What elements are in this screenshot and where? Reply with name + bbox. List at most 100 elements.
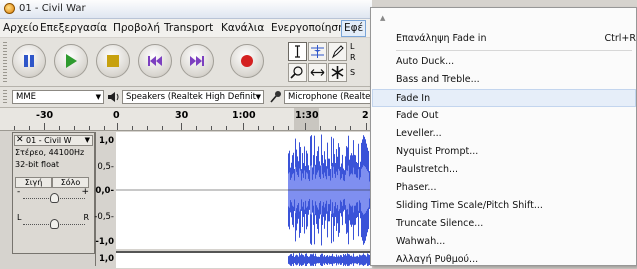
time-shift-tool[interactable] — [308, 63, 327, 82]
ruler-tick — [162, 126, 163, 130]
menu-item-paulstretch[interactable]: Paulstretch... — [372, 161, 636, 179]
ruler-label: 1:30 — [295, 110, 319, 121]
menu-item-fade-out[interactable]: Fade Out — [372, 107, 636, 125]
second-track-waveform[interactable] — [116, 251, 372, 268]
output-device-select[interactable]: Speakers (Realtek High Definit ▼ — [122, 90, 264, 104]
menu-item-phaser[interactable]: Phaser... — [372, 179, 636, 197]
track-format: Στέρεο, 44100Hz — [15, 148, 85, 157]
play-button[interactable] — [54, 44, 88, 78]
waveform-sample — [299, 253, 300, 267]
ruler-tick — [366, 123, 367, 130]
menu-edit[interactable]: Επεξεργασία — [40, 22, 107, 34]
asterisk-icon — [331, 66, 344, 79]
menu-item-bass-treble[interactable]: Bass and Treble... — [372, 71, 636, 89]
menu-item-label: Fade Out — [396, 110, 439, 121]
waveform-sample — [333, 256, 334, 264]
gain-slider-knob[interactable] — [50, 193, 59, 203]
waveform-sample — [307, 255, 308, 265]
waveform-sample — [291, 254, 292, 266]
input-device-select[interactable]: Microphone (Realtek — [284, 90, 374, 104]
track-name: 01 - Civil W — [26, 136, 72, 145]
close-track-icon[interactable]: ✕ — [16, 135, 24, 145]
menu-item-leveller[interactable]: Leveller... — [372, 125, 636, 143]
ruler-tick — [335, 126, 336, 130]
waveform-sample — [305, 253, 306, 267]
selection-tool[interactable] — [288, 42, 307, 61]
waveform-sample — [324, 255, 325, 265]
menu-item-label: Sliding Time Scale/Pitch Shift... — [396, 200, 543, 211]
meter-label-s: S — [350, 68, 356, 77]
pause-button[interactable] — [12, 44, 46, 78]
zoom-tool[interactable] — [288, 63, 307, 82]
waveform-sample — [323, 256, 324, 264]
menu-item-label: Auto Duck... — [396, 56, 455, 67]
scale-label: 0,5- — [97, 162, 114, 172]
waveform-sample — [303, 255, 304, 265]
menu-item-wahwah[interactable]: Wahwah... — [372, 233, 636, 251]
waveform-sample — [365, 255, 366, 265]
waveform-sample — [292, 255, 293, 265]
waveform-sample — [364, 254, 365, 266]
menu-item-fade-in[interactable]: Fade In — [372, 89, 636, 107]
menu-item-change-tempo[interactable]: Αλλαγή Ρυθμού... — [372, 251, 636, 269]
draw-tool[interactable] — [328, 42, 347, 61]
waveform-display[interactable] — [116, 132, 372, 249]
record-icon — [241, 55, 253, 67]
menu-effects[interactable]: Εφέ — [341, 20, 367, 37]
meter-label-r: R — [350, 53, 356, 62]
waveform-sample — [358, 256, 359, 264]
skip-to-end-button[interactable] — [180, 44, 214, 78]
menu-item-auto-duck[interactable]: Auto Duck... — [372, 53, 636, 71]
ruler-tick — [320, 126, 321, 130]
pan-slider-knob[interactable] — [50, 219, 59, 229]
tools-toolbar: L R S — [286, 40, 372, 84]
menu-tracks[interactable]: Κανάλια — [221, 22, 264, 34]
ruler-tick — [350, 126, 351, 130]
track-name-menu[interactable]: ✕ 01 - Civil W ▼ — [14, 135, 93, 146]
skip-to-start-button[interactable] — [138, 44, 172, 78]
scale-label: -1,0 — [95, 237, 114, 247]
ruler-label: 0 — [113, 110, 120, 121]
gain-slider[interactable]: - + — [17, 187, 91, 205]
stop-button[interactable] — [96, 44, 130, 78]
input-device-value: Microphone (Realtek — [288, 92, 374, 102]
waveform-sample — [290, 254, 291, 266]
timeline-ruler[interactable]: -30 0 30 1:00 1:30 2 — [0, 108, 372, 131]
record-button[interactable] — [230, 44, 264, 78]
scale-label: 1,0 — [98, 254, 114, 264]
menu-separator — [396, 50, 632, 51]
mute-button[interactable]: Σιγή — [15, 177, 52, 188]
ruler-label: 30 — [175, 110, 189, 121]
waveform-sample — [304, 256, 305, 264]
menu-item-sliding-time-scale[interactable]: Sliding Time Scale/Pitch Shift... — [372, 197, 636, 215]
waveform-sample — [354, 256, 355, 264]
pan-slider[interactable]: L R — [17, 213, 91, 231]
multi-tool[interactable] — [328, 63, 347, 82]
waveform-sample — [335, 256, 336, 264]
waveform-sample — [313, 253, 314, 267]
menu-item-nyquist-prompt[interactable]: Nyquist Prompt... — [372, 143, 636, 161]
menu-item-label: Wahwah... — [396, 236, 446, 247]
waveform-sample — [338, 255, 339, 265]
audio-host-select[interactable]: MME ▼ — [12, 90, 104, 104]
menu-item-shortcut: Ctrl+R — [604, 33, 636, 44]
menu-file[interactable]: Αρχείο — [3, 22, 39, 34]
menu-item-truncate-silence[interactable]: Truncate Silence... — [372, 215, 636, 233]
toolbar-grip[interactable] — [3, 42, 7, 82]
gain-minus-label: - — [17, 187, 21, 197]
waveform-sample — [337, 256, 338, 264]
menu-transport[interactable]: Transport — [164, 22, 213, 34]
device-toolbar-grip[interactable] — [3, 90, 7, 104]
waveform-sample — [308, 256, 309, 264]
scroll-up-icon[interactable]: ▲ — [380, 14, 385, 22]
ruler-tick — [44, 123, 45, 130]
menu-generate[interactable]: Ενεργοποίηση — [271, 22, 345, 34]
audio-host-value: MME — [16, 92, 37, 102]
waveform-sample — [315, 253, 316, 267]
ruler-tick — [104, 126, 105, 130]
envelope-tool[interactable] — [308, 42, 327, 61]
scale-label: -0,5- — [94, 212, 114, 222]
menu-item-repeat-effect[interactable]: Επανάληψη Fade in Ctrl+R — [372, 30, 636, 48]
ruler-label: -30 — [36, 110, 54, 121]
menu-view[interactable]: Προβολή — [113, 22, 160, 34]
